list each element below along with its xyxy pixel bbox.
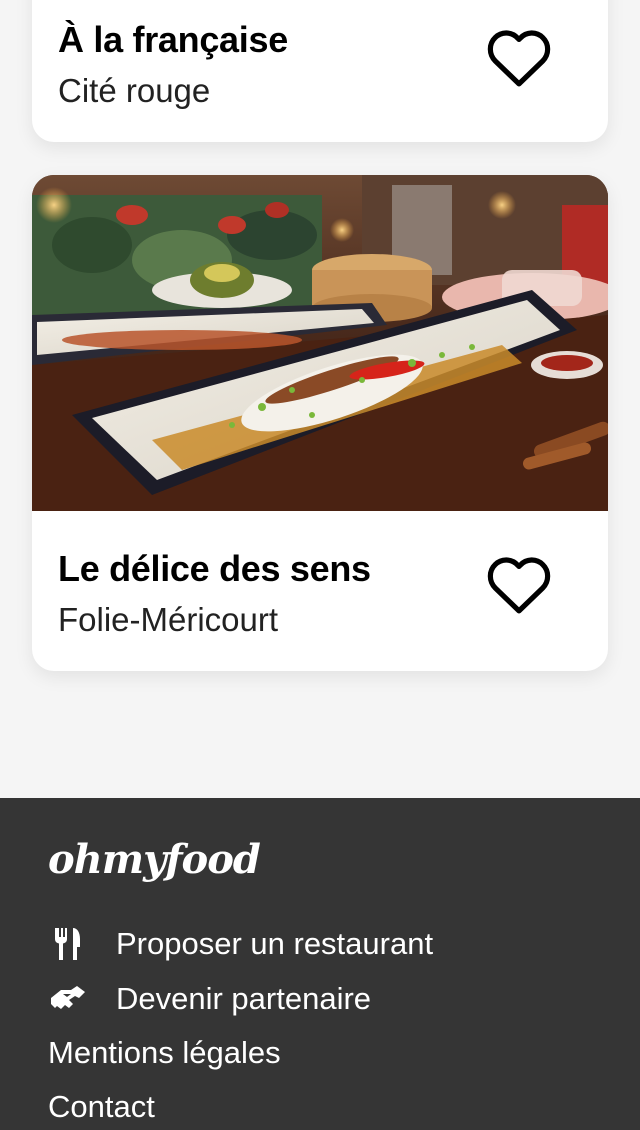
propose-restaurant-label: Proposer un restaurant [116, 926, 434, 961]
propose-restaurant-link[interactable]: Proposer un restaurant [48, 926, 433, 962]
footer-logo[interactable]: ohmyfood [48, 836, 261, 883]
legal-notice-link[interactable]: Mentions légales [48, 1035, 281, 1071]
restaurant-dish-photo [32, 175, 608, 511]
contact-link[interactable]: Contact [48, 1089, 155, 1125]
become-partner-label: Devenir partenaire [116, 981, 372, 1016]
restaurant-card[interactable]: Le délice des sens Folie-Méricourt [32, 175, 608, 671]
become-partner-link[interactable]: Devenir partenaire [48, 981, 371, 1017]
heart-icon[interactable] [486, 28, 552, 88]
handshake-icon [48, 981, 88, 1017]
utensils-icon [48, 926, 88, 962]
footer: ohmyfood Proposer un restaurant Devenir … [0, 798, 640, 1130]
restaurant-card[interactable]: À la française Cité rouge [32, 0, 608, 142]
heart-icon[interactable] [486, 555, 552, 615]
